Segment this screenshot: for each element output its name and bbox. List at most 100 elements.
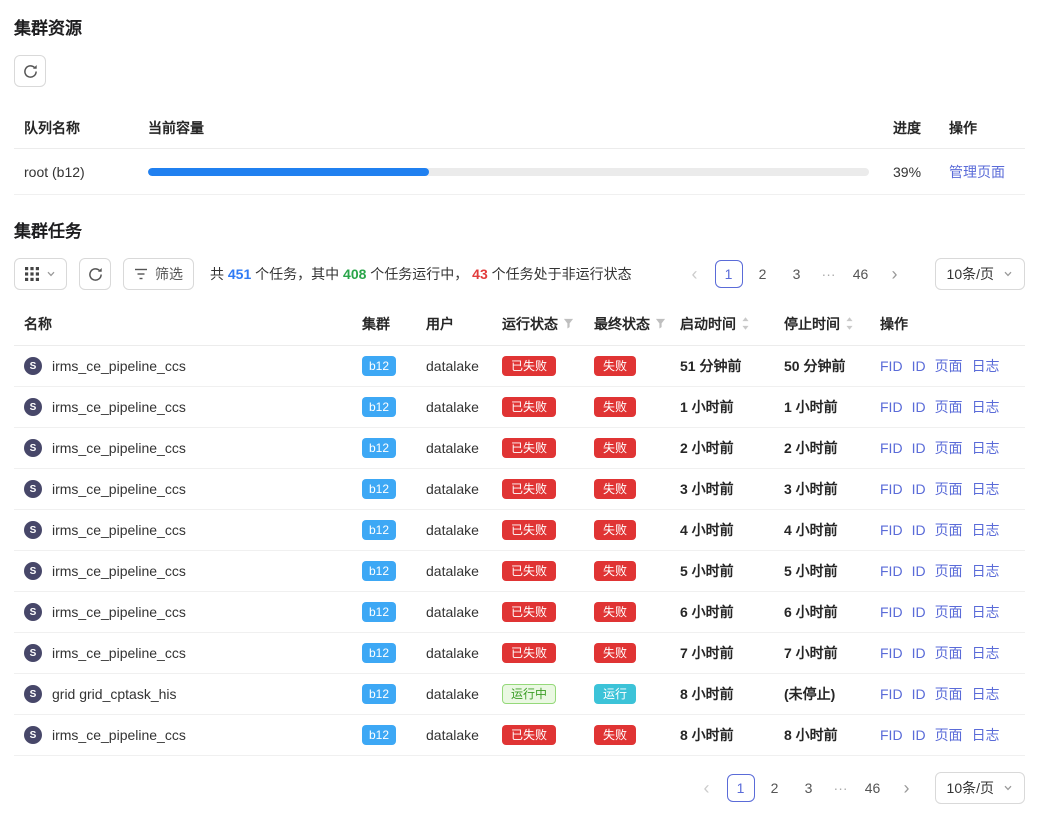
- start-time: 6 小时前: [680, 602, 734, 622]
- task-name: irms_ce_pipeline_ccs: [52, 399, 186, 415]
- cluster-badge: b12: [362, 397, 396, 417]
- log-link[interactable]: 日志: [972, 643, 1000, 663]
- page-link[interactable]: 页面: [935, 520, 963, 540]
- id-link[interactable]: ID: [912, 645, 926, 661]
- fid-link[interactable]: FID: [880, 645, 903, 661]
- filter-funnel-icon[interactable]: [563, 318, 574, 329]
- log-link[interactable]: 日志: [972, 725, 1000, 745]
- fid-link[interactable]: FID: [880, 727, 903, 743]
- fid-link[interactable]: FID: [880, 358, 903, 374]
- page-size-select[interactable]: 10条/页: [935, 772, 1025, 804]
- task-name: irms_ce_pipeline_ccs: [52, 563, 186, 579]
- fid-link[interactable]: FID: [880, 440, 903, 456]
- column-settings-button[interactable]: [14, 258, 67, 290]
- id-link[interactable]: ID: [912, 727, 926, 743]
- id-link[interactable]: ID: [912, 481, 926, 497]
- header-start-time[interactable]: 启动时间: [670, 314, 774, 334]
- page-link[interactable]: 页面: [935, 725, 963, 745]
- filter-funnel-icon[interactable]: [655, 318, 666, 329]
- header-stop-time[interactable]: 停止时间: [774, 314, 870, 334]
- task-user-cell: datalake: [416, 645, 492, 661]
- manage-page-link[interactable]: 管理页面: [949, 162, 1005, 182]
- next-page-button[interactable]: ›: [893, 774, 921, 802]
- id-link[interactable]: ID: [912, 358, 926, 374]
- tasks-refresh-button[interactable]: [79, 258, 111, 290]
- page-link[interactable]: 页面: [935, 438, 963, 458]
- task-final-status-cell: 失败: [584, 561, 670, 581]
- prev-page-button[interactable]: ‹: [681, 260, 709, 288]
- log-link[interactable]: 日志: [972, 438, 1000, 458]
- page-size-value: 10条/页: [947, 264, 994, 284]
- id-link[interactable]: ID: [912, 563, 926, 579]
- page-link[interactable]: 页面: [935, 479, 963, 499]
- page-jump-ellipsis[interactable]: ···: [817, 266, 841, 282]
- page-button-2[interactable]: 2: [761, 774, 789, 802]
- task-run-status-cell: 已失败: [492, 725, 584, 745]
- page-link[interactable]: 页面: [935, 397, 963, 417]
- fid-link[interactable]: FID: [880, 563, 903, 579]
- header-name-label: 名称: [24, 314, 52, 334]
- task-run-status-cell: 已失败: [492, 479, 584, 499]
- stop-time: 1 小时前: [784, 397, 838, 417]
- page-button-last[interactable]: 46: [859, 774, 887, 802]
- next-page-button[interactable]: ›: [881, 260, 909, 288]
- header-actions: 操作: [945, 118, 1025, 138]
- page-button-1[interactable]: 1: [715, 260, 743, 288]
- log-link[interactable]: 日志: [972, 561, 1000, 581]
- page-button-3[interactable]: 3: [783, 260, 811, 288]
- page-button-3[interactable]: 3: [795, 774, 823, 802]
- log-link[interactable]: 日志: [972, 397, 1000, 417]
- task-name-cell: S irms_ce_pipeline_ccs: [14, 562, 352, 580]
- sorter-icon[interactable]: [845, 317, 854, 330]
- pagination-bottom: ‹ 1 2 3 ··· 46 ›: [693, 774, 921, 802]
- page-link[interactable]: 页面: [935, 561, 963, 581]
- id-link[interactable]: ID: [912, 604, 926, 620]
- id-link[interactable]: ID: [912, 399, 926, 415]
- page-link[interactable]: 页面: [935, 356, 963, 376]
- task-stop-time-cell: (未停止): [774, 684, 870, 704]
- log-link[interactable]: 日志: [972, 602, 1000, 622]
- task-final-status-cell: 失败: [584, 438, 670, 458]
- prev-page-button[interactable]: ‹: [693, 774, 721, 802]
- log-link[interactable]: 日志: [972, 684, 1000, 704]
- stop-time: 50 分钟前: [784, 356, 845, 376]
- header-final-status[interactable]: 最终状态: [584, 314, 670, 334]
- page-button-2[interactable]: 2: [749, 260, 777, 288]
- id-link[interactable]: ID: [912, 686, 926, 702]
- fid-link[interactable]: FID: [880, 399, 903, 415]
- spark-avatar-icon: S: [24, 480, 42, 498]
- start-time: 8 小时前: [680, 725, 734, 745]
- task-run-status-cell: 运行中: [492, 684, 584, 704]
- filter-button[interactable]: 筛选: [123, 258, 194, 290]
- page-button-1[interactable]: 1: [727, 774, 755, 802]
- task-stop-time-cell: 50 分钟前: [774, 356, 870, 376]
- sorter-icon[interactable]: [741, 317, 750, 330]
- start-time: 51 分钟前: [680, 356, 741, 376]
- task-cluster-cell: b12: [352, 684, 416, 704]
- fid-link[interactable]: FID: [880, 686, 903, 702]
- log-link[interactable]: 日志: [972, 479, 1000, 499]
- page-link[interactable]: 页面: [935, 643, 963, 663]
- fid-link[interactable]: FID: [880, 522, 903, 538]
- table-row: S irms_ce_pipeline_ccs b12 datalake 已失败 …: [14, 715, 1025, 756]
- log-link[interactable]: 日志: [972, 356, 1000, 376]
- page-button-last[interactable]: 46: [847, 260, 875, 288]
- page-link[interactable]: 页面: [935, 602, 963, 622]
- fid-link[interactable]: FID: [880, 481, 903, 497]
- header-run-status[interactable]: 运行状态: [492, 314, 584, 334]
- resources-refresh-button[interactable]: [14, 55, 46, 87]
- task-actions-cell: FID ID 页面 日志: [870, 725, 1025, 745]
- log-link[interactable]: 日志: [972, 520, 1000, 540]
- page-link[interactable]: 页面: [935, 684, 963, 704]
- header-actions-label: 操作: [880, 314, 908, 334]
- fid-link[interactable]: FID: [880, 604, 903, 620]
- task-user-cell: datalake: [416, 727, 492, 743]
- id-link[interactable]: ID: [912, 522, 926, 538]
- page-jump-ellipsis[interactable]: ···: [829, 780, 853, 796]
- task-user-cell: datalake: [416, 604, 492, 620]
- task-run-status-cell: 已失败: [492, 356, 584, 376]
- table-row: S irms_ce_pipeline_ccs b12 datalake 已失败 …: [14, 551, 1025, 592]
- id-link[interactable]: ID: [912, 440, 926, 456]
- task-user: datalake: [426, 645, 479, 661]
- page-size-select[interactable]: 10条/页: [935, 258, 1025, 290]
